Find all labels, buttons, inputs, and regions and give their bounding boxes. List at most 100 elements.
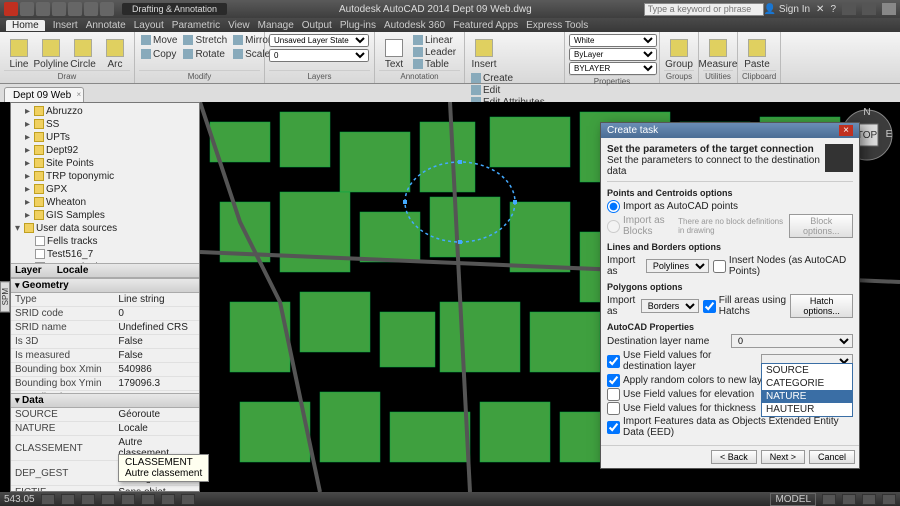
- dyn-toggle[interactable]: [161, 494, 175, 505]
- signin-link[interactable]: 👤 Sign In: [764, 4, 810, 15]
- next-button[interactable]: Next >: [761, 450, 805, 464]
- tool-move[interactable]: Move: [139, 34, 179, 46]
- data-header[interactable]: ▾ Data: [11, 393, 199, 408]
- otrack-toggle[interactable]: [141, 494, 155, 505]
- property-row[interactable]: FICTIFSans objet: [11, 486, 199, 492]
- data-tree[interactable]: ▸Abruzzo▸SS▸UPTs▸Dept92▸Site Points▸TRP …: [11, 103, 199, 263]
- ortho-toggle[interactable]: [81, 494, 95, 505]
- dialog-close-button[interactable]: ×: [839, 125, 853, 136]
- dropdown-opt-nature[interactable]: NATURE: [762, 390, 852, 403]
- tree-folder[interactable]: ▸TRP toponymic: [13, 170, 197, 183]
- side-tab-spm[interactable]: SPM: [0, 281, 10, 312]
- tool-stretch[interactable]: Stretch: [181, 34, 229, 46]
- tool-circle[interactable]: Circle: [68, 34, 98, 70]
- close-button[interactable]: [882, 3, 896, 15]
- tool-text[interactable]: Text: [379, 34, 409, 70]
- tab-plugins[interactable]: Plug-ins: [340, 20, 376, 31]
- dest-layer-select[interactable]: 0: [731, 334, 853, 348]
- tree-folder[interactable]: ▸UPTs: [13, 131, 197, 144]
- tab-home[interactable]: Home: [6, 20, 45, 31]
- tab-layout[interactable]: Layout: [134, 20, 164, 31]
- snap-toggle[interactable]: [41, 494, 55, 505]
- tool-table[interactable]: Table: [411, 58, 458, 70]
- tool-copy[interactable]: Copy: [139, 48, 179, 60]
- polar-toggle[interactable]: [101, 494, 115, 505]
- app-logo-icon[interactable]: [4, 2, 18, 16]
- property-row[interactable]: Is measuredFalse: [11, 349, 199, 363]
- check-field-layer[interactable]: Use Field values for destination layer: [607, 350, 757, 372]
- tree-datasource[interactable]: Test516_7: [13, 248, 197, 261]
- check-import-eed[interactable]: Import Features data as Objects Extended…: [607, 416, 853, 438]
- qat-undo-icon[interactable]: [68, 2, 82, 16]
- polygons-import-select[interactable]: Borders: [641, 299, 699, 313]
- dropdown-opt-hauteur[interactable]: HAUTEUR: [762, 403, 852, 416]
- tab-insert[interactable]: Insert: [53, 20, 78, 31]
- tab-autodesk360[interactable]: Autodesk 360: [384, 20, 445, 31]
- tree-folder[interactable]: ▸Dept92: [13, 144, 197, 157]
- workspace-switcher[interactable]: Drafting & Annotation: [122, 3, 227, 15]
- grid-toggle[interactable]: [61, 494, 75, 505]
- qat-open-icon[interactable]: [36, 2, 50, 16]
- tab-express[interactable]: Express Tools: [526, 20, 588, 31]
- current-layer-dropdown[interactable]: 0: [269, 49, 369, 62]
- property-row[interactable]: Bounding box Ymin179096.3: [11, 377, 199, 391]
- tool-linear[interactable]: Linear: [411, 34, 458, 46]
- lwt-toggle[interactable]: [181, 494, 195, 505]
- tool-insert[interactable]: Insert: [469, 34, 499, 70]
- radio-blocks[interactable]: Import as Blocks: [607, 215, 674, 237]
- qat-redo-icon[interactable]: [84, 2, 98, 16]
- field-layer-dropdown-list[interactable]: SOURCE CATEGORIE NATURE HAUTEUR: [761, 363, 853, 417]
- help-search-input[interactable]: [644, 3, 764, 16]
- model-space-button[interactable]: MODEL: [770, 493, 816, 506]
- maximize-button[interactable]: [862, 3, 876, 15]
- property-row[interactable]: SRID code0: [11, 307, 199, 321]
- status-btn-b[interactable]: [842, 494, 856, 505]
- qat-save-icon[interactable]: [52, 2, 66, 16]
- tool-group[interactable]: Group: [664, 34, 694, 70]
- property-row[interactable]: Is 3DFalse: [11, 335, 199, 349]
- tool-edit-block[interactable]: Edit: [469, 84, 547, 96]
- document-tab-active[interactable]: Dept 09 Web×: [4, 87, 84, 102]
- radio-acad-points[interactable]: Import as AutoCAD points: [607, 200, 853, 213]
- prop-linetype[interactable]: ByLayer: [569, 48, 657, 61]
- tab-output[interactable]: Output: [302, 20, 332, 31]
- dialog-titlebar[interactable]: Create task ×: [601, 123, 859, 138]
- tab-manage[interactable]: Manage: [258, 20, 294, 31]
- tool-paste[interactable]: Paste: [742, 34, 772, 70]
- tab-view[interactable]: View: [228, 20, 250, 31]
- tool-create-block[interactable]: Create: [469, 72, 547, 84]
- tree-folder[interactable]: ▸Wheaton: [13, 196, 197, 209]
- tab-close-icon[interactable]: ×: [77, 90, 82, 99]
- property-row[interactable]: SRID nameUndefined CRS: [11, 321, 199, 335]
- hatch-options-button[interactable]: Hatch options...: [790, 294, 853, 318]
- back-button[interactable]: < Back: [711, 450, 757, 464]
- exchange-icon[interactable]: ✕: [816, 4, 824, 15]
- dropdown-opt-categorie[interactable]: CATEGORIE: [762, 377, 852, 390]
- tool-measure[interactable]: Measure: [703, 34, 733, 70]
- geometry-header[interactable]: ▾ Geometry: [11, 278, 199, 293]
- qat-new-icon[interactable]: [20, 2, 34, 16]
- cancel-button[interactable]: Cancel: [809, 450, 855, 464]
- prop-color[interactable]: White: [569, 34, 657, 47]
- tree-folder[interactable]: ▸Site Points: [13, 157, 197, 170]
- tool-line[interactable]: Line: [4, 34, 34, 70]
- tree-datasource[interactable]: Fells tracks: [13, 235, 197, 248]
- tree-folder[interactable]: ▸GPX: [13, 183, 197, 196]
- tree-folder[interactable]: ▸GIS Samples: [13, 209, 197, 222]
- property-row[interactable]: TypeLine string: [11, 293, 199, 307]
- tool-polyline[interactable]: Polyline: [36, 34, 66, 70]
- help-icon[interactable]: ?: [830, 4, 836, 15]
- prop-lineweight[interactable]: BYLAYER: [569, 62, 657, 75]
- status-btn-c[interactable]: [862, 494, 876, 505]
- check-insert-nodes[interactable]: Insert Nodes (as AutoCAD Points): [713, 255, 853, 277]
- tree-user-sources[interactable]: ▾User data sources: [13, 222, 197, 235]
- property-row[interactable]: NATURELocale: [11, 422, 199, 436]
- tool-leader[interactable]: Leader: [411, 46, 458, 58]
- property-row[interactable]: SOURCEGéoroute: [11, 408, 199, 422]
- lines-import-select[interactable]: Polylines: [646, 259, 709, 273]
- dropdown-opt-source[interactable]: SOURCE: [762, 364, 852, 377]
- layer-state-dropdown[interactable]: Unsaved Layer State: [269, 34, 369, 47]
- tab-annotate[interactable]: Annotate: [86, 20, 126, 31]
- status-btn-a[interactable]: [822, 494, 836, 505]
- tab-parametric[interactable]: Parametric: [172, 20, 220, 31]
